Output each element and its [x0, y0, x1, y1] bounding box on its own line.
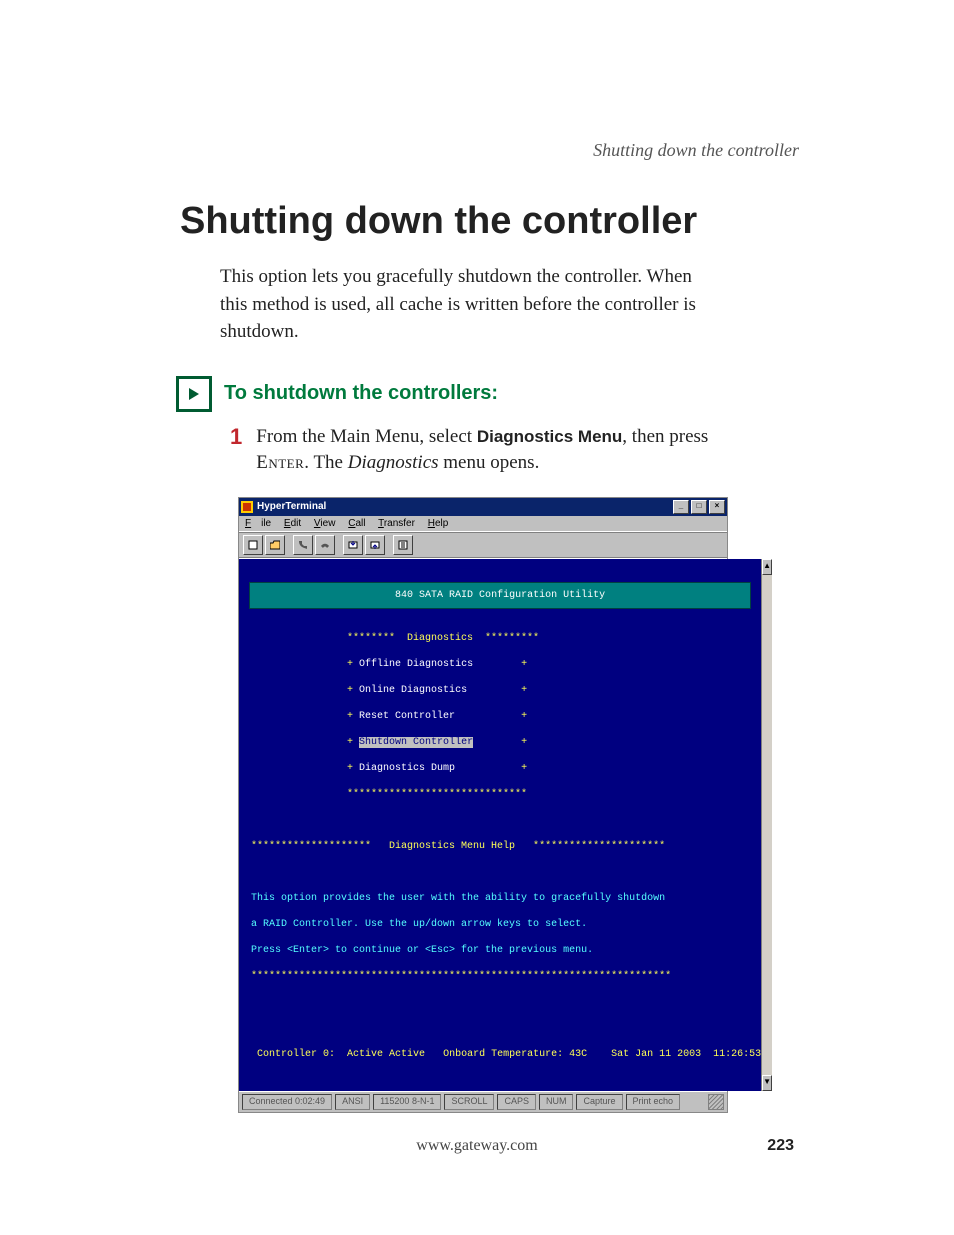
resize-grip-icon[interactable] [708, 1094, 724, 1110]
term-help-stars: ****************************************… [239, 970, 761, 983]
term-line: + Offline Diagnostics + [239, 658, 761, 671]
menu-help[interactable]: Help [428, 518, 449, 529]
term-line: + Reset Controller + [239, 710, 761, 723]
hyperterminal-window: HyperTerminal _ □ × File Edit View Call … [238, 497, 728, 1113]
menu-edit[interactable]: Edit [284, 518, 301, 529]
step-text: From the Main Menu, select [256, 426, 477, 447]
toolbar-new-icon[interactable] [243, 535, 263, 555]
step-bold-menu: Diagnostics Menu [477, 427, 622, 446]
intro-paragraph: This option lets you gracefully shutdown… [220, 263, 704, 346]
toolbar-properties-icon[interactable] [393, 535, 413, 555]
minimize-button[interactable]: _ [673, 500, 689, 514]
window-titlebar[interactable]: HyperTerminal _ □ × [239, 498, 727, 516]
menu-file[interactable]: File [245, 518, 271, 529]
app-icon [241, 501, 253, 513]
status-baud: 115200 8-N-1 [373, 1094, 441, 1110]
term-status-line: Controller 0: Active Active Onboard Temp… [239, 1048, 761, 1061]
status-scroll: SCROLL [444, 1094, 494, 1110]
page-number: 223 [767, 1137, 794, 1155]
menubar[interactable]: File Edit View Call Transfer Help [239, 516, 727, 532]
step-body: From the Main Menu, select Diagnostics M… [256, 424, 724, 477]
terminal[interactable]: 840 SATA RAID Configuration Utility ****… [239, 559, 761, 1091]
toolbar [239, 532, 727, 558]
menu-view[interactable]: View [314, 518, 336, 529]
scrollbar[interactable]: ▲ ▼ [761, 559, 772, 1091]
term-line: ******** Diagnostics ********* [239, 632, 761, 645]
term-help-header: ******************** Diagnostics Menu He… [239, 840, 761, 853]
document-page: Shutting down the controller Shutting do… [0, 0, 954, 1235]
maximize-button[interactable]: □ [691, 500, 707, 514]
scroll-track[interactable] [762, 575, 772, 1075]
scroll-down-icon[interactable]: ▼ [762, 1075, 772, 1091]
terminal-area: 840 SATA RAID Configuration Utility ****… [239, 558, 727, 1091]
step-number: 1 [230, 424, 242, 477]
toolbar-hangup-icon[interactable] [315, 535, 335, 555]
page-title: Shutting down the controller [180, 200, 864, 243]
footer-url: www.gateway.com [416, 1137, 537, 1154]
menu-transfer[interactable]: Transfer [378, 518, 415, 529]
term-line: + Online Diagnostics + [239, 684, 761, 697]
status-capture: Capture [576, 1094, 622, 1110]
menu-call[interactable]: Call [348, 518, 365, 529]
status-printecho: Print echo [626, 1094, 681, 1110]
task-arrow-icon [176, 376, 212, 412]
statusbar: Connected 0:02:49 ANSI 115200 8-N-1 SCRO… [239, 1091, 727, 1112]
toolbar-send-icon[interactable] [343, 535, 363, 555]
scroll-up-icon[interactable]: ▲ [762, 559, 772, 575]
terminal-banner: 840 SATA RAID Configuration Utility [249, 582, 751, 609]
status-connected: Connected 0:02:49 [242, 1094, 332, 1110]
term-blank [239, 866, 761, 879]
term-blank [239, 996, 761, 1009]
term-blank [239, 1022, 761, 1035]
toolbar-receive-icon[interactable] [365, 535, 385, 555]
status-emulation: ANSI [335, 1094, 370, 1110]
window-title: HyperTerminal [257, 501, 326, 512]
step-text: menu opens. [439, 452, 540, 473]
term-line-selected[interactable]: + Shutdown Controller + [239, 736, 761, 749]
toolbar-open-icon[interactable] [265, 535, 285, 555]
term-help-line: This option provides the user with the a… [239, 892, 761, 905]
term-help-line: a RAID Controller. Use the up/down arrow… [239, 918, 761, 931]
toolbar-call-icon[interactable] [293, 535, 313, 555]
task-title: To shutdown the controllers: [224, 382, 498, 405]
close-button[interactable]: × [709, 500, 725, 514]
term-line: ****************************** [239, 788, 761, 801]
step-italic: Diagnostics [348, 452, 439, 473]
term-line: + Diagnostics Dump + [239, 762, 761, 775]
running-header: Shutting down the controller [593, 140, 799, 161]
step-smallcaps-key: Enter [256, 452, 304, 473]
page-footer: www.gateway.com 223 [0, 1137, 954, 1155]
term-help-line: Press <Enter> to continue or <Esc> for t… [239, 944, 761, 957]
task-heading: To shutdown the controllers: [176, 376, 864, 412]
status-caps: CAPS [497, 1094, 536, 1110]
step-text: . The [304, 452, 347, 473]
step-text: , then press [622, 426, 708, 447]
status-num: NUM [539, 1094, 574, 1110]
term-blank [239, 814, 761, 827]
step-1: 1 From the Main Menu, select Diagnostics… [230, 424, 724, 477]
